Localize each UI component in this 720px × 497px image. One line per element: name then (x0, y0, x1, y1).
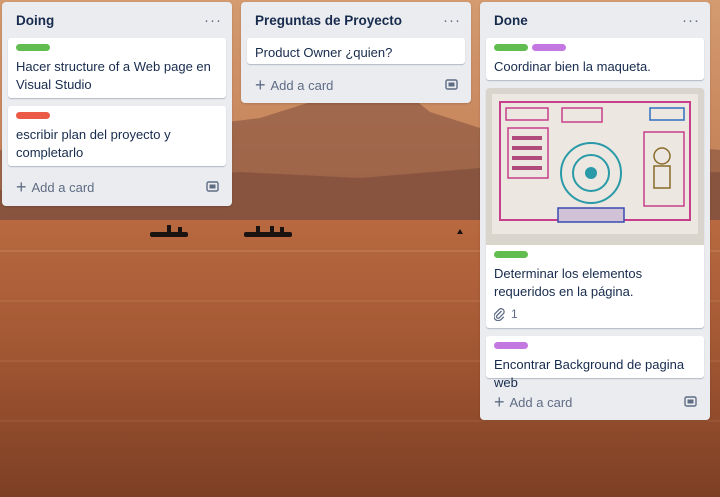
list-menu-icon[interactable]: ··· (682, 13, 700, 28)
attachment-count: 1 (511, 307, 518, 321)
list-title[interactable]: Preguntas de Proyecto (255, 13, 402, 28)
card-labels (494, 44, 696, 52)
list-doing: Doing ··· Hacer structure of a Web page … (2, 2, 232, 206)
label-green[interactable] (494, 44, 528, 51)
attachment-badge: 1 (494, 307, 696, 321)
card[interactable]: Encontrar Background de pagina web (486, 336, 704, 390)
list-preguntas-de-proyecto: Preguntas de Proyecto ··· Product Owner … (241, 2, 471, 103)
add-card-button[interactable]: + Add a card (494, 393, 572, 411)
card[interactable]: Hacer structure of a Web page en Visual … (8, 38, 226, 98)
plus-icon: + (494, 392, 505, 412)
card-title: escribir plan del proyecto y completarlo (16, 127, 171, 160)
label-green[interactable] (494, 251, 528, 258)
card-title: Determinar los elementos requeridos en l… (494, 266, 643, 299)
list-header: Preguntas de Proyecto ··· (241, 2, 471, 38)
list-header: Done ··· (480, 2, 710, 38)
add-card-button[interactable]: + Add a card (16, 178, 94, 196)
add-card-label: Add a card (31, 179, 95, 195)
card-cover-image (486, 88, 704, 245)
add-card-row: + Add a card (486, 389, 704, 415)
list-header: Doing ··· (2, 2, 232, 38)
add-card-label: Add a card (509, 394, 573, 410)
card-labels (494, 342, 696, 350)
card-template-icon[interactable] (445, 79, 459, 91)
list-menu-icon[interactable]: ··· (443, 13, 461, 28)
card-labels (16, 44, 218, 52)
card-template-icon[interactable] (206, 181, 220, 193)
label-red[interactable] (16, 112, 50, 119)
card-title: Coordinar bien la maqueta. (494, 59, 651, 74)
add-card-row: + Add a card (8, 174, 226, 200)
card[interactable]: Coordinar bien la maqueta. (486, 38, 704, 80)
list-menu-icon[interactable]: ··· (204, 13, 222, 28)
card-template-icon[interactable] (684, 396, 698, 408)
card-labels (494, 251, 696, 259)
card-with-cover[interactable]: Determinar los elementos requeridos en l… (486, 88, 704, 328)
plus-icon: + (16, 177, 27, 197)
list-title[interactable]: Done (494, 13, 528, 28)
list-done: Done ··· Coordinar bien la maqueta. Dete… (480, 2, 710, 420)
add-card-row: + Add a card (247, 72, 465, 98)
add-card-button[interactable]: + Add a card (255, 76, 333, 94)
card[interactable]: Product Owner ¿quien? (247, 38, 465, 64)
plus-icon: + (255, 75, 266, 95)
card[interactable]: escribir plan del proyecto y completarlo (8, 106, 226, 166)
card-labels (16, 112, 218, 120)
card-title: Hacer structure of a Web page en Visual … (16, 59, 211, 92)
paperclip-icon (494, 307, 505, 321)
label-green[interactable] (16, 44, 50, 51)
label-purple[interactable] (494, 342, 528, 349)
card-title: Product Owner ¿quien? (255, 45, 393, 60)
label-purple[interactable] (532, 44, 566, 51)
list-title[interactable]: Doing (16, 13, 54, 28)
card-title: Encontrar Background de pagina web (494, 357, 685, 390)
add-card-label: Add a card (270, 77, 334, 93)
